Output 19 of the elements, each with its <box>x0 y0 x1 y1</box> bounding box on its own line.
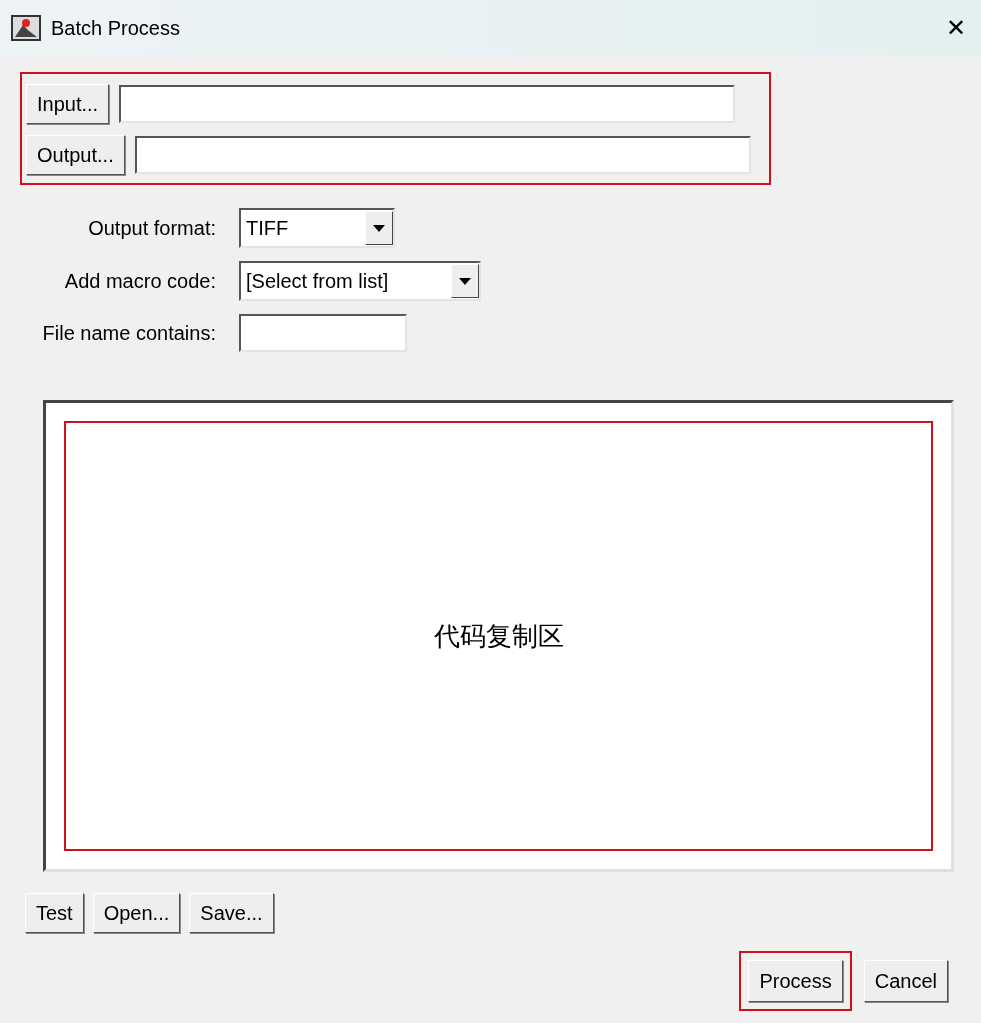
option-label: Output format: <box>87 216 216 241</box>
window-title: Batch Process <box>51 15 180 41</box>
option-label: Add macro code: <box>63 269 216 294</box>
macro-button[interactable]: Test <box>25 893 84 933</box>
action-button[interactable]: Cancel <box>863 960 948 1002</box>
path-button[interactable]: Input... <box>26 84 110 124</box>
code-area-note: 代码复制区 <box>433 619 564 653</box>
path-button[interactable]: Output... <box>26 135 125 175</box>
dropdown[interactable]: [Select from list] <box>239 261 481 301</box>
dropdown[interactable]: TIFF <box>239 208 395 248</box>
path-field[interactable] <box>134 136 751 174</box>
path-field[interactable] <box>119 85 736 123</box>
app-icon <box>11 14 41 41</box>
filter-field[interactable] <box>239 314 407 352</box>
option-label: File name contains: <box>41 321 216 346</box>
macro-button[interactable]: Save... <box>189 893 274 933</box>
macro-button[interactable]: Open... <box>92 893 181 933</box>
action-button[interactable]: Process <box>748 960 843 1002</box>
close-button[interactable]: ✕ <box>946 15 966 40</box>
